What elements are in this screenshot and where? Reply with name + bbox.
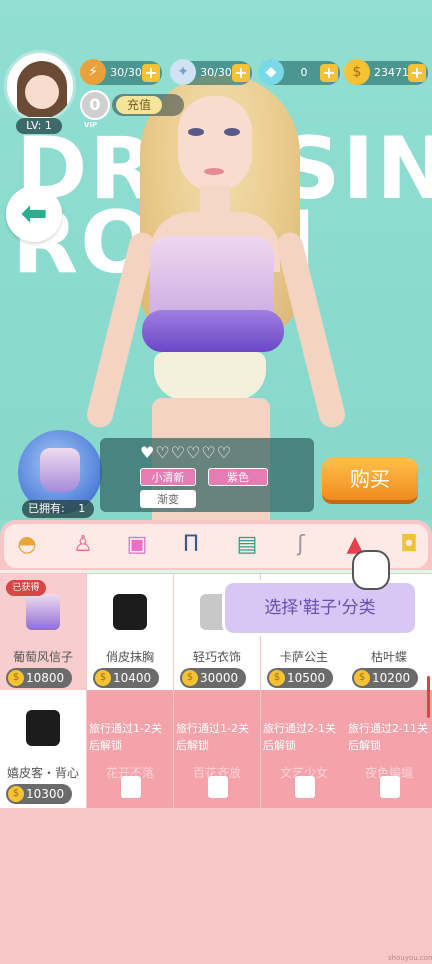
unlock-requirement: 旅行通过2-1关后解锁 bbox=[263, 722, 336, 752]
vip-text: VIP bbox=[84, 121, 98, 129]
coin-counter: $ 23471 + bbox=[344, 59, 428, 85]
price-value: 10200 bbox=[372, 671, 411, 685]
coin-icon: $ bbox=[344, 59, 370, 85]
add-coin-button[interactable]: + bbox=[408, 64, 426, 82]
watermark: shouyou.com bbox=[388, 954, 432, 962]
top-icon[interactable]: ▣ bbox=[122, 530, 152, 560]
item-price: $10500 bbox=[267, 668, 333, 688]
buy-button[interactable]: 购买 bbox=[322, 458, 418, 504]
owned-label: 已拥有: bbox=[28, 502, 65, 515]
lock-icon bbox=[380, 776, 400, 798]
unlock-requirement: 旅行通过1-2关后解锁 bbox=[89, 722, 162, 752]
coin-icon: $ bbox=[8, 670, 24, 686]
model-lips bbox=[204, 168, 224, 175]
item-card[interactable]: 俏皮抹胸 $10400 bbox=[87, 574, 173, 692]
price-value: 10300 bbox=[26, 787, 65, 801]
model-eye bbox=[188, 128, 204, 136]
scrollbar[interactable] bbox=[427, 676, 430, 718]
item-price: $10400 bbox=[93, 668, 159, 688]
diamond-value: 0 bbox=[300, 66, 308, 79]
price-value: 10800 bbox=[26, 671, 65, 685]
item-price: $10300 bbox=[6, 784, 72, 804]
add-energy-button[interactable]: + bbox=[142, 64, 160, 82]
item-name: 枯叶蝶 bbox=[370, 650, 407, 664]
item-card[interactable]: 嬉皮客・背心 $10300 bbox=[0, 690, 86, 808]
item-name: 轻巧衣饰 bbox=[192, 650, 241, 664]
camisole-icon bbox=[40, 448, 80, 492]
vip-badge[interactable]: 0 VIP bbox=[80, 90, 110, 129]
pants-icon[interactable]: Π bbox=[176, 530, 206, 560]
item-name: 葡萄风信子 bbox=[12, 650, 73, 664]
avatar-face bbox=[25, 75, 59, 109]
arrow-left-icon: ⬅ bbox=[20, 194, 48, 232]
owned-value: 1 bbox=[78, 502, 86, 515]
coin-icon: $ bbox=[269, 670, 285, 686]
unlock-requirement: 旅行通过1-2关后解锁 bbox=[176, 722, 249, 752]
recharge-label: 充值 bbox=[116, 96, 162, 114]
locked-item-card[interactable]: 旅行通过2-1关后解锁 文艺少女 bbox=[261, 690, 347, 808]
price-value: 30000 bbox=[200, 671, 239, 685]
model-shorts bbox=[154, 352, 266, 400]
energy-counter: ⚡ 30/30 + bbox=[80, 59, 162, 85]
bra-top-icon bbox=[26, 710, 60, 746]
tag-pattern: 渐变 bbox=[140, 490, 196, 508]
lock-icon bbox=[295, 776, 315, 798]
hat-icon[interactable]: ◓ bbox=[12, 530, 42, 560]
add-diamond-button[interactable]: + bbox=[320, 64, 338, 82]
energy-value: 30/30 bbox=[110, 66, 142, 79]
locked-item-card[interactable]: 旅行通过1-2关后解锁 花开不落 bbox=[87, 690, 173, 808]
price-value: 10400 bbox=[113, 671, 152, 685]
camisole-icon bbox=[26, 594, 60, 630]
model-face bbox=[178, 96, 252, 192]
item-price: $10800 bbox=[6, 668, 72, 688]
tag-style: 小清新 bbox=[140, 468, 196, 486]
locked-item-card[interactable]: 旅行通过2-11关后解锁 夜色蝙蝠 bbox=[346, 690, 432, 808]
stamina-counter: ✦ 30/30 + bbox=[170, 59, 252, 85]
tutorial-tip: 选择'鞋子'分类 bbox=[222, 580, 418, 636]
coin-value: 23471 bbox=[374, 66, 409, 79]
add-stamina-button[interactable]: + bbox=[232, 64, 250, 82]
locked-item-card[interactable]: 旅行通过1-2关后解锁 百花齐放 bbox=[174, 690, 260, 808]
lock-icon bbox=[208, 776, 228, 798]
price-value: 10500 bbox=[287, 671, 326, 685]
diamond-icon: ◆ bbox=[258, 59, 284, 85]
shoe-box-icon: ✦ bbox=[170, 59, 196, 85]
back-button[interactable]: ⬅ bbox=[6, 186, 62, 242]
owned-badge: 已获得 bbox=[6, 580, 46, 596]
owned-count: 已拥有: 1 bbox=[22, 500, 94, 518]
tag-color: 紫色 bbox=[208, 468, 268, 486]
lightning-icon: ⚡ bbox=[80, 59, 106, 85]
unlock-requirement: 旅行通过2-11关后解锁 bbox=[348, 722, 428, 752]
diamond-counter: ◆ 0 + bbox=[258, 59, 340, 85]
socks-icon[interactable]: ʃ bbox=[286, 530, 316, 560]
lock-icon bbox=[121, 776, 141, 798]
coat-icon[interactable]: ▤ bbox=[232, 530, 262, 560]
item-name: 卡萨公主 bbox=[279, 650, 328, 664]
player-avatar[interactable] bbox=[4, 50, 76, 122]
item-name: 嬉皮客・背心 bbox=[6, 766, 79, 780]
stamina-value: 30/30 bbox=[200, 66, 232, 79]
dress-icon[interactable]: ♙ bbox=[68, 530, 98, 560]
item-price: $10200 bbox=[352, 668, 418, 688]
coin-icon: $ bbox=[8, 786, 24, 802]
item-name: 俏皮抹胸 bbox=[105, 650, 154, 664]
bandeau-icon bbox=[113, 594, 147, 630]
model-ruffle bbox=[142, 310, 284, 352]
bag-icon[interactable]: ◘ bbox=[394, 530, 424, 560]
coin-icon: $ bbox=[95, 670, 111, 686]
rating-hearts: ♥♡♡♡♡♡ bbox=[140, 443, 233, 462]
pointing-hand-icon bbox=[352, 550, 390, 590]
coin-icon: $ bbox=[354, 670, 370, 686]
recharge-button[interactable]: 充值 bbox=[112, 94, 184, 116]
model-eye bbox=[224, 128, 240, 136]
coin-icon: $ bbox=[182, 670, 198, 686]
item-price: $30000 bbox=[180, 668, 246, 688]
level-badge: LV: 1 bbox=[16, 118, 62, 134]
